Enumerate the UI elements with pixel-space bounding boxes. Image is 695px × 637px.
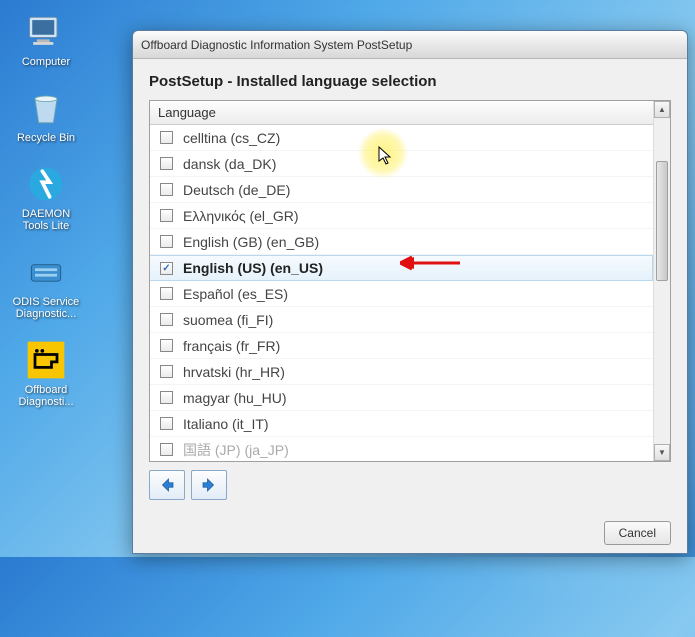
titlebar[interactable]: Offboard Diagnostic Information System P… [133, 31, 687, 59]
desktop-icon-label: DAEMON Tools Lite [10, 208, 82, 232]
recycle-bin-icon [24, 86, 68, 130]
language-checkbox[interactable] [160, 235, 173, 248]
desktop-icons: Computer Recycle Bin DAEMON Tools Lite O… [10, 10, 82, 408]
computer-icon [24, 10, 68, 54]
language-row[interactable]: français (fr_FR) [150, 333, 653, 359]
language-label: Ελληνικός (el_GR) [183, 208, 299, 224]
language-label: Español (es_ES) [183, 286, 288, 302]
desktop-icon-label: Recycle Bin [17, 132, 75, 144]
language-checkbox[interactable] [160, 183, 173, 196]
language-label: français (fr_FR) [183, 338, 280, 354]
language-row[interactable]: Español (es_ES) [150, 281, 653, 307]
language-label: English (US) (en_US) [183, 260, 323, 276]
language-checkbox[interactable] [160, 131, 173, 144]
language-checkbox[interactable] [160, 287, 173, 300]
arrow-right-icon [200, 476, 218, 494]
language-row[interactable]: Deutsch (de_DE) [150, 177, 653, 203]
list-column-header[interactable]: Language [150, 101, 670, 125]
desktop-icon-label: ODIS Service Diagnostic... [10, 296, 82, 320]
language-checkbox[interactable] [160, 157, 173, 170]
language-list: Language celltina (cs_CZ)dansk (da_DK) De… [149, 100, 671, 462]
language-row[interactable]: Italiano (it_IT) [150, 411, 653, 437]
desktop-icon-odis[interactable]: ODIS Service Diagnostic... [10, 250, 82, 320]
language-checkbox[interactable]: ✓ [160, 262, 173, 275]
cancel-button[interactable]: Cancel [604, 521, 671, 545]
desktop-icon-label: Computer [22, 56, 70, 68]
desktop-icon-offboard[interactable]: Offboard Diagnosti... [10, 338, 82, 408]
language-row[interactable]: 国語 (JP) (ja_JP) [150, 437, 653, 461]
language-label: 国語 (JP) (ja_JP) [183, 440, 289, 460]
language-row[interactable]: English (GB) (en_GB) [150, 229, 653, 255]
language-row[interactable]: dansk (da_DK) [150, 151, 653, 177]
language-checkbox[interactable] [160, 443, 173, 456]
language-checkbox[interactable] [160, 365, 173, 378]
language-checkbox[interactable] [160, 313, 173, 326]
desktop-icon-computer[interactable]: Computer [10, 10, 82, 68]
back-button[interactable] [149, 470, 185, 500]
offboard-diag-icon [24, 338, 68, 382]
arrow-left-icon [158, 476, 176, 494]
language-label: hrvatski (hr_HR) [183, 364, 285, 380]
language-label: dansk (da_DK) [183, 156, 276, 172]
next-button[interactable] [191, 470, 227, 500]
language-label: Deutsch (de_DE) [183, 182, 290, 198]
language-row[interactable]: celltina (cs_CZ) [150, 125, 653, 151]
language-label: Italiano (it_IT) [183, 416, 269, 432]
window-title: Offboard Diagnostic Information System P… [141, 38, 412, 52]
language-row[interactable]: hrvatski (hr_HR) [150, 359, 653, 385]
language-checkbox[interactable] [160, 339, 173, 352]
desktop-icon-recycle-bin[interactable]: Recycle Bin [10, 86, 82, 144]
language-label: suomea (fi_FI) [183, 312, 273, 328]
daemon-tools-icon [24, 162, 68, 206]
dialog-window: Offboard Diagnostic Information System P… [132, 30, 688, 554]
scrollbar[interactable]: ▲ ▼ [653, 101, 670, 461]
language-row[interactable]: Ελληνικός (el_GR) [150, 203, 653, 229]
language-row[interactable]: magyar (hu_HU) [150, 385, 653, 411]
language-checkbox[interactable] [160, 391, 173, 404]
scroll-down-button[interactable]: ▼ [654, 444, 670, 461]
odis-service-icon [24, 250, 68, 294]
desktop-icon-daemon-tools[interactable]: DAEMON Tools Lite [10, 162, 82, 232]
section-title: PostSetup - Installed language selection [149, 73, 671, 90]
language-label: English (GB) (en_GB) [183, 234, 319, 250]
language-checkbox[interactable] [160, 417, 173, 430]
language-row[interactable]: ✓ English (US) (en_US) [150, 255, 653, 281]
desktop-icon-label: Offboard Diagnosti... [10, 384, 82, 408]
language-label: magyar (hu_HU) [183, 390, 286, 406]
language-checkbox[interactable] [160, 209, 173, 222]
language-label: celltina (cs_CZ) [183, 130, 280, 146]
language-row[interactable]: suomea (fi_FI) [150, 307, 653, 333]
scroll-thumb[interactable] [656, 161, 668, 281]
scroll-up-button[interactable]: ▲ [654, 101, 670, 118]
